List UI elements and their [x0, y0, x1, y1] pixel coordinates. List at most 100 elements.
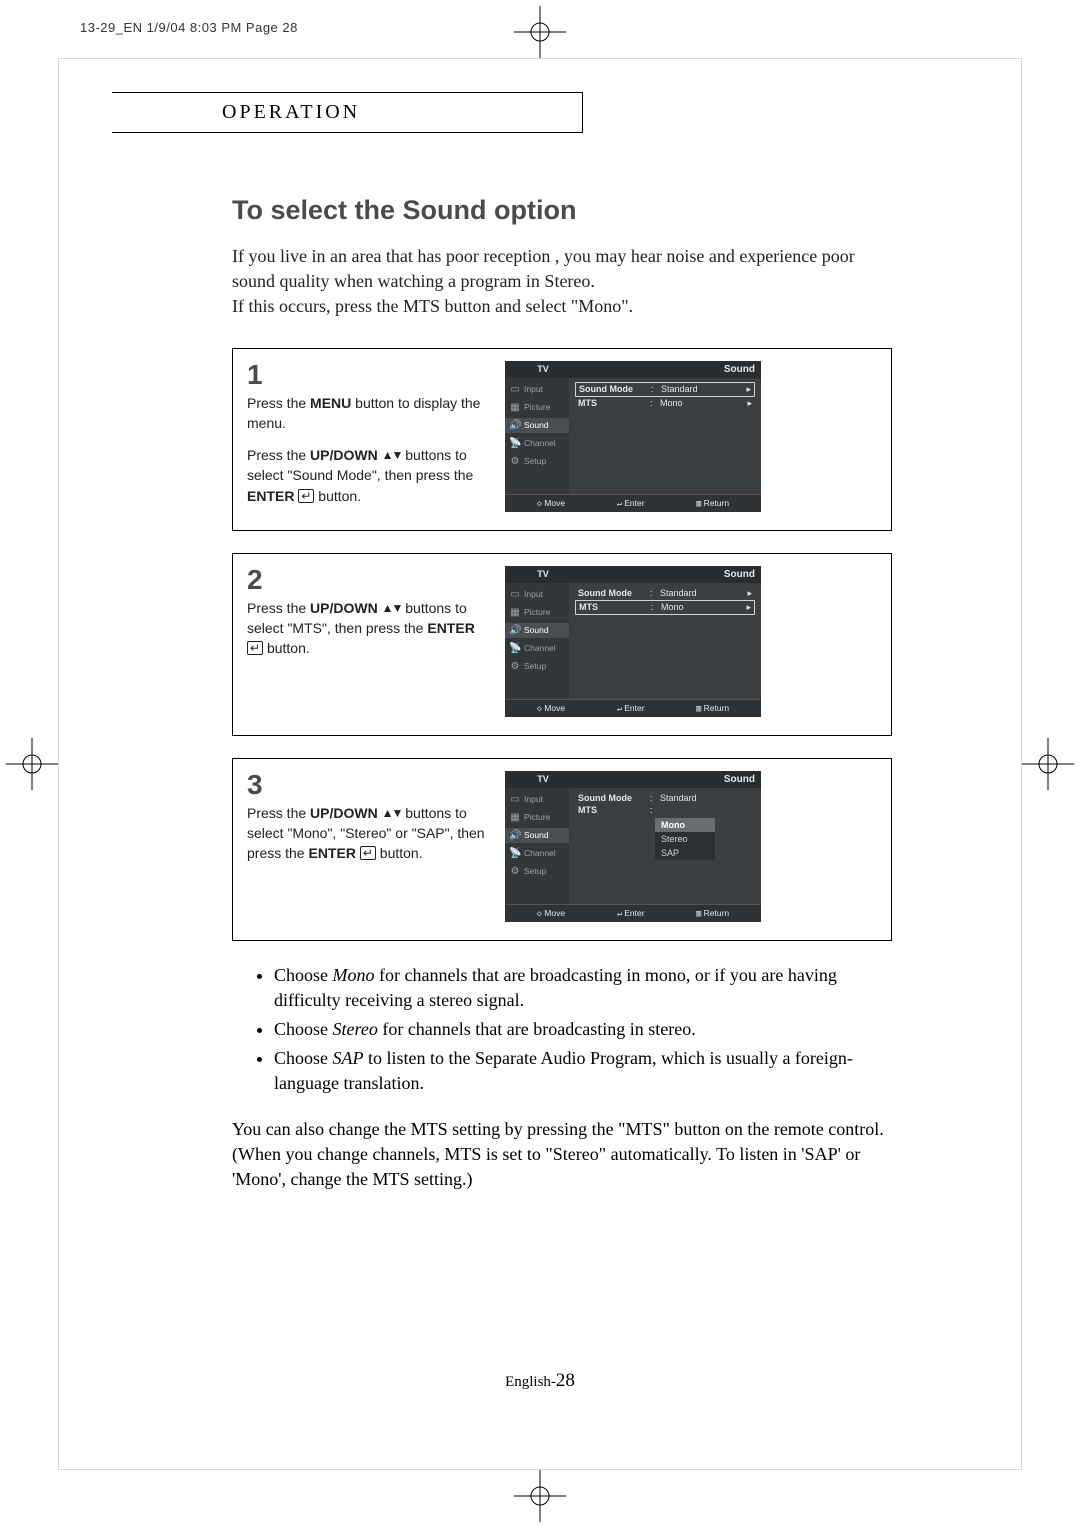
step-number: 1: [247, 361, 487, 389]
osd-footer-enter: ↵ Enter: [617, 703, 645, 714]
move-icon: ◇: [537, 704, 542, 714]
up-down-arrows-icon: ▲▼: [382, 448, 402, 462]
sound-icon: 🔊: [509, 830, 521, 841]
print-slug: 13-29_EN 1/9/04 8:03 PM Page 28: [80, 20, 298, 35]
osd-row-value: Standard: [660, 588, 738, 598]
osd-tv-label: TV: [511, 774, 575, 784]
osd-footer-move: ◇ Move: [537, 908, 565, 919]
osd-colon: :: [651, 384, 657, 394]
chevron-right-icon: ▸: [741, 384, 751, 395]
osd-footer-enter: ↵ Enter: [617, 908, 645, 919]
sound-icon: 🔊: [509, 420, 521, 431]
step-text-fragment: button.: [267, 640, 310, 656]
osd-nav-sound: 🔊Sound: [505, 828, 569, 843]
osd-nav-label: Channel: [524, 438, 556, 448]
picture-icon: ▦: [509, 812, 521, 823]
osd-nav-setup: ⚙Setup: [505, 659, 569, 674]
move-icon: ◇: [537, 499, 542, 509]
bullet-em: Stereo: [333, 1019, 378, 1039]
osd-nav-label: Input: [524, 384, 543, 394]
osd-row-mts: MTS : Mono ▸: [575, 397, 755, 410]
enter-label: ENTER: [308, 845, 355, 861]
osd-row-label: MTS: [578, 398, 646, 408]
osd-nav-label: Input: [524, 794, 543, 804]
updown-label: UP/DOWN: [310, 447, 378, 463]
step-text-fragment: Press the: [247, 447, 310, 463]
bullet-em: Mono: [333, 965, 375, 985]
picture-icon: ▦: [509, 607, 521, 618]
setup-icon: ⚙: [509, 661, 521, 672]
osd-screenshot-3: TV Sound ▭Input ▦Picture 🔊Sound 📡Channel…: [505, 771, 761, 922]
closing-note: You can also change the MTS setting by p…: [232, 1117, 892, 1193]
registration-mark-icon: [6, 738, 58, 790]
osd-nav-label: Sound: [524, 625, 549, 635]
osd-row-value: Standard: [661, 384, 737, 394]
intro-line: If this occurs, press the MTS button and…: [232, 296, 633, 316]
setup-icon: ⚙: [509, 866, 521, 877]
osd-row-label: MTS: [579, 602, 647, 612]
osd-nav-label: Picture: [524, 812, 550, 822]
list-item: Choose Mono for channels that are broadc…: [274, 963, 892, 1013]
bullet-text: for channels that are broadcasting in st…: [378, 1019, 696, 1039]
up-down-arrows-icon: ▲▼: [382, 806, 402, 820]
return-icon: ▥: [696, 909, 701, 919]
osd-colon: :: [650, 398, 656, 408]
osd-screenshot-1: TV Sound ▭Input ▦Picture 🔊Sound 📡Channel…: [505, 361, 761, 512]
osd-footer-label: Move: [544, 908, 565, 918]
osd-footer-label: Return: [704, 703, 730, 713]
osd-nav-input: ▭Input: [505, 792, 569, 807]
osd-row-soundmode: Sound Mode : Standard: [575, 792, 755, 804]
input-icon: ▭: [509, 794, 521, 805]
menu-label: MENU: [310, 395, 351, 411]
osd-row-mts: MTS : Mono ▸: [575, 600, 755, 615]
osd-footer-return: ▥ Return: [696, 498, 729, 509]
osd-nav-label: Sound: [524, 830, 549, 840]
registration-mark-icon: [514, 6, 566, 58]
osd-row-mts: MTS :: [575, 804, 755, 816]
list-item: Choose Stereo for channels that are broa…: [274, 1017, 892, 1042]
intro-line: If you live in an area that has poor rec…: [232, 246, 855, 291]
osd-row-label: Sound Mode: [579, 384, 647, 394]
move-icon: ◇: [537, 909, 542, 919]
footer-page-number: 28: [556, 1370, 575, 1391]
step-text-fragment: Press the: [247, 395, 310, 411]
return-icon: ▥: [696, 704, 701, 714]
osd-nav-channel: 📡Channel: [505, 846, 569, 861]
input-icon: ▭: [509, 589, 521, 600]
osd-footer-return: ▥ Return: [696, 908, 729, 919]
bullet-text: Choose: [274, 965, 333, 985]
osd-mts-dropdown: Mono Stereo SAP: [655, 818, 715, 860]
enter-icon: ↵: [298, 489, 314, 503]
step-number: 3: [247, 771, 487, 799]
enter-label: ENTER: [247, 488, 294, 504]
enter-label: ENTER: [427, 620, 474, 636]
step-3-text: 3 Press the UP/DOWN ▲▼ buttons to select…: [247, 771, 487, 864]
osd-nav-setup: ⚙Setup: [505, 864, 569, 879]
registration-mark-icon: [1022, 738, 1074, 790]
up-down-arrows-icon: ▲▼: [382, 601, 402, 615]
osd-row-value: Mono: [661, 602, 737, 612]
enter-icon: ↵: [617, 499, 622, 509]
osd-nav-label: Picture: [524, 607, 550, 617]
osd-row-soundmode: Sound Mode : Standard ▸: [575, 587, 755, 600]
list-item: Choose SAP to listen to the Separate Aud…: [274, 1046, 892, 1096]
osd-nav-input: ▭Input: [505, 587, 569, 602]
osd-footer-move: ◇ Move: [537, 703, 565, 714]
osd-nav-picture: ▦Picture: [505, 400, 569, 415]
step-2-text: 2 Press the UP/DOWN ▲▼ buttons to select…: [247, 566, 487, 659]
updown-label: UP/DOWN: [310, 805, 378, 821]
osd-colon: :: [651, 602, 657, 612]
osd-nav-label: Setup: [524, 456, 546, 466]
osd-option-sap: SAP: [655, 846, 715, 860]
osd-nav-input: ▭Input: [505, 382, 569, 397]
osd-nav-picture: ▦Picture: [505, 810, 569, 825]
osd-nav-label: Channel: [524, 848, 556, 858]
picture-icon: ▦: [509, 402, 521, 413]
osd-nav-label: Sound: [524, 420, 549, 430]
osd-nav-label: Setup: [524, 661, 546, 671]
osd-footer-label: Return: [704, 498, 730, 508]
footer-lang: English-: [505, 1374, 556, 1390]
osd-nav-label: Picture: [524, 402, 550, 412]
intro-paragraph: If you live in an area that has poor rec…: [232, 244, 892, 320]
step-text-fragment: button.: [380, 845, 423, 861]
